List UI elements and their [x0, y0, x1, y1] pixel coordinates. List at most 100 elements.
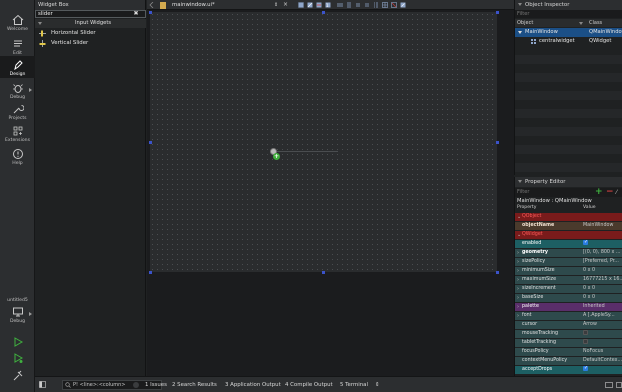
chevron-down-icon[interactable] — [518, 31, 522, 34]
property-row-sizeincrement[interactable]: › sizeIncrement 0 x 0 — [515, 285, 622, 293]
output-tab-issues[interactable]: 1 Issues — [145, 377, 167, 392]
tab-order-icon[interactable]: 1 — [325, 2, 331, 8]
property-value[interactable]: 0 x 0 — [581, 294, 622, 302]
remove-dynamic-property-icon[interactable]: − — [606, 188, 614, 197]
mode-design[interactable]: Design — [0, 56, 35, 78]
col-class[interactable]: Class — [589, 19, 602, 27]
property-row-palette[interactable]: › palette Inherited — [515, 303, 622, 311]
property-row-enabled[interactable]: enabled ✓ — [515, 240, 622, 248]
layout-form-icon[interactable] — [373, 2, 379, 8]
col-property[interactable]: Property — [517, 205, 536, 210]
widget-vertical-slider[interactable]: Vertical Slider — [35, 38, 146, 48]
chevron-down-icon[interactable] — [518, 180, 522, 183]
mode-projects[interactable]: Projects — [0, 103, 35, 121]
col-value[interactable]: Value — [583, 205, 596, 210]
resize-handle[interactable] — [322, 11, 325, 14]
checkbox[interactable]: ✓ — [583, 240, 588, 245]
property-row-cursor[interactable]: cursor Arrow — [515, 321, 622, 329]
output-tab-terminal[interactable]: 5 Terminal — [340, 377, 368, 392]
more-output-panes-icon[interactable]: ⇕ — [375, 377, 380, 392]
toggle-sidebar-icon[interactable] — [39, 381, 46, 388]
output-tab-compile-output[interactable]: 4 Compile Output — [285, 377, 333, 392]
property-value[interactable] — [581, 213, 622, 221]
tree-row[interactable]: MainWindow QMainWindow — [515, 28, 622, 37]
close-document-icon[interactable]: × — [283, 0, 288, 10]
checkbox[interactable] — [583, 330, 588, 335]
property-row-contextmenupolicy[interactable]: contextMenuPolicy DefaultContex... — [515, 357, 622, 365]
resize-handle[interactable] — [149, 11, 152, 14]
tree-row[interactable]: centralwidget QWidget — [515, 37, 622, 46]
property-value[interactable]: 0 x 0 — [581, 267, 622, 275]
object-filter-input[interactable]: Filter — [515, 10, 622, 18]
mode-welcome[interactable]: Welcome — [0, 14, 35, 32]
progress-toggle-icon[interactable] — [133, 382, 139, 388]
property-row-sizepolicy[interactable]: › sizePolicy [Preferred, Pr... — [515, 258, 622, 266]
property-value[interactable]: [Preferred, Pr... — [581, 258, 622, 266]
mode-edit[interactable]: Edit — [0, 38, 35, 56]
widget-horizontal-slider[interactable]: Horizontal Slider — [35, 28, 146, 38]
property-row-focuspolicy[interactable]: focusPolicy NoFocus — [515, 348, 622, 356]
resize-handle[interactable] — [496, 141, 499, 144]
checkbox[interactable] — [583, 339, 588, 344]
property-value[interactable]: ✓ — [581, 366, 622, 374]
property-row-tablettracking[interactable]: tabletTracking — [515, 339, 622, 347]
property-row-geometry[interactable]: › geometry [(0, 0), 800 x ... — [515, 249, 622, 257]
mode-extensions[interactable]: Extensions — [0, 125, 35, 143]
mode-help[interactable]: Help — [0, 148, 35, 166]
property-row-font[interactable]: › font A [.AppleSy... — [515, 312, 622, 320]
col-object[interactable]: Object — [517, 19, 533, 27]
property-value[interactable] — [581, 339, 622, 347]
keyboard-icon[interactable] — [605, 382, 613, 388]
property-value[interactable]: NoFocus — [581, 348, 622, 356]
category-input-widgets[interactable]: Input Widgets — [35, 19, 146, 28]
resize-handle[interactable] — [149, 141, 152, 144]
run-button[interactable] — [0, 336, 35, 348]
resize-handle[interactable] — [149, 271, 152, 274]
widget-edit-icon[interactable] — [298, 2, 304, 8]
buddy-icon[interactable] — [316, 2, 322, 8]
target-selector[interactable]: Debug — [0, 306, 35, 324]
mode-debug[interactable]: Debug — [0, 82, 35, 100]
adjust-size-icon[interactable] — [400, 2, 406, 8]
document-tab[interactable]: mainwindow.ui* — [172, 0, 215, 10]
layout-splitter-h-icon[interactable] — [355, 2, 361, 8]
resize-handle[interactable] — [496, 11, 499, 14]
document-switch-icon[interactable]: ⇕ — [274, 0, 278, 10]
property-value[interactable]: Inherited — [581, 303, 622, 311]
form-canvas[interactable]: + — [149, 11, 499, 274]
property-row-mousetracking[interactable]: mouseTracking — [515, 330, 622, 338]
widget-filter-input[interactable] — [35, 10, 146, 18]
break-layout-icon[interactable] — [391, 2, 397, 8]
property-value[interactable] — [581, 231, 622, 239]
output-tab-application-output[interactable]: 3 Application Output — [225, 377, 281, 392]
chevron-down-icon[interactable] — [518, 3, 522, 6]
layout-splitter-v-icon[interactable] — [364, 2, 370, 8]
layout-horizontal-icon[interactable] — [337, 2, 343, 8]
dragged-horizontal-slider[interactable] — [270, 148, 340, 155]
property-row-basesize[interactable]: › baseSize 0 x 0 — [515, 294, 622, 302]
layout-vertical-icon[interactable] — [346, 2, 352, 8]
property-value[interactable]: A [.AppleSy... — [581, 312, 622, 320]
add-dynamic-property-icon[interactable]: + — [595, 188, 603, 197]
property-row-minimumsize[interactable]: › minimumSize 0 x 0 — [515, 267, 622, 275]
property-value[interactable]: DefaultContex... — [581, 357, 622, 365]
layout-grid-icon[interactable] — [382, 2, 388, 8]
property-value[interactable] — [581, 330, 622, 338]
resize-handle[interactable] — [496, 271, 499, 274]
property-value[interactable]: Arrow — [581, 321, 622, 329]
sidebar-right-icon[interactable] — [616, 382, 622, 388]
output-tab-search-results[interactable]: 2 Search Results — [172, 377, 217, 392]
property-row-acceptdrops[interactable]: acceptDrops ✓ — [515, 366, 622, 374]
property-value[interactable]: MainWindow — [581, 222, 622, 230]
property-value[interactable]: [(0, 0), 800 x ... — [581, 249, 622, 257]
back-arrow-icon[interactable] — [149, 2, 154, 8]
property-value[interactable]: 16777215 x 16... — [581, 276, 622, 284]
wrench-icon[interactable]: ⁄ — [616, 189, 617, 196]
property-value[interactable]: 0 x 0 — [581, 285, 622, 293]
property-row-objectname[interactable]: objectName MainWindow — [515, 222, 622, 230]
checkbox[interactable]: ✓ — [583, 366, 588, 371]
resize-handle[interactable] — [322, 271, 325, 274]
property-value[interactable]: ✓ — [581, 240, 622, 248]
clear-filter-icon[interactable]: ✖ — [132, 10, 140, 18]
property-row-qwidget[interactable]: ⌄ QWidget — [515, 231, 622, 239]
